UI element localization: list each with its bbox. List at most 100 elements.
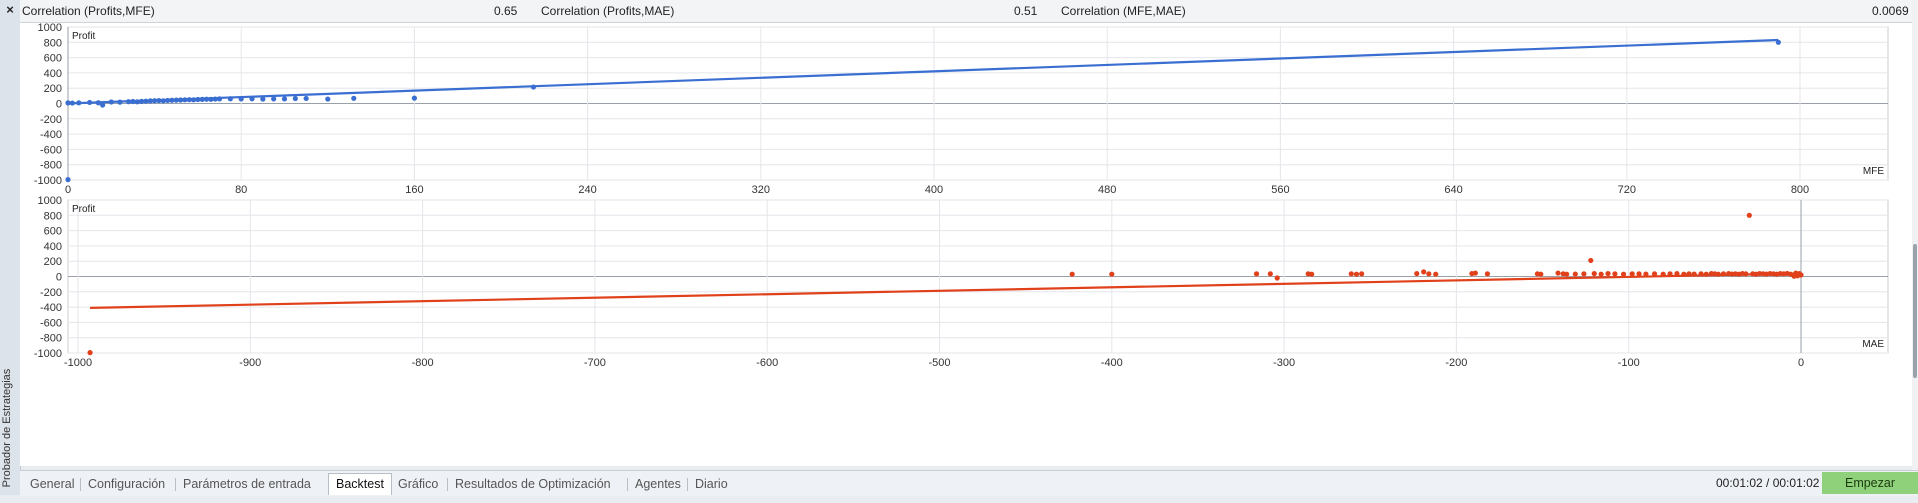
tab-agentes[interactable]: Agentes (628, 475, 688, 493)
data-point-mae (1698, 271, 1704, 277)
data-point-mae (1715, 271, 1721, 277)
data-point-mfe (1775, 39, 1781, 45)
data-point-mfe (108, 99, 114, 105)
data-point-mfe (351, 95, 357, 101)
data-point-mae (1667, 271, 1673, 277)
y-tick-label-mae: -400 (40, 302, 62, 314)
y-tick-label-mfe: -1000 (34, 175, 62, 187)
correlation-bar: Correlation (Profits,MFE) 0.65 Correlati… (20, 0, 1912, 23)
tab-configuracion[interactable]: Configuración (81, 475, 172, 493)
x-tick-label-mae: -200 (1445, 357, 1467, 369)
correlation-mfe-mae-label: Correlation (MFE,MAE) (1061, 4, 1186, 18)
x-tick-label-mae: -300 (1273, 357, 1295, 369)
data-point-mae (1359, 271, 1365, 277)
x-tick-label-mfe: 80 (235, 184, 247, 196)
x-tick-label-mfe: 240 (578, 184, 596, 196)
data-point-mfe (216, 96, 223, 102)
y-tick-label-mae: -200 (40, 287, 62, 299)
correlation-profits-mae-value: 0.51 (1014, 4, 1038, 18)
tab-resultados-de-optimizacion[interactable]: Resultados de Optimización (448, 475, 618, 493)
tab-grafico[interactable]: Gráfico (391, 475, 445, 493)
data-point-mae (1538, 271, 1544, 277)
x-tick-label-mfe: 720 (1618, 184, 1636, 196)
y-tick-label-mfe: -800 (40, 160, 62, 172)
data-point-mae (1598, 271, 1604, 277)
data-point-mae (1636, 271, 1642, 277)
correlation-mfe-mae-value: 0.0069 (1872, 4, 1909, 18)
data-point-mfe (87, 99, 93, 106)
data-point-mae (1555, 270, 1561, 276)
data-point-mae (1651, 271, 1658, 277)
data-point-mfe (292, 95, 298, 102)
data-point-mfe (69, 100, 75, 106)
data-point-mae (1267, 271, 1273, 277)
x-tick-label-mfe: 640 (1444, 184, 1462, 196)
y-tick-label-mfe: 800 (44, 37, 62, 49)
tab-parametros-de-entrada[interactable]: Parámetros de entrada (176, 475, 318, 493)
data-point-mae (1581, 271, 1587, 277)
data-point-mae (1620, 271, 1627, 277)
data-point-mae (1433, 271, 1439, 277)
data-point-mfe (411, 95, 417, 101)
x-tick-label-mae: 0 (1798, 357, 1804, 369)
data-point-mae (1421, 269, 1427, 275)
y-tick-label-mfe: 600 (44, 53, 62, 65)
data-point-mae (1674, 270, 1680, 277)
data-point-mae (1348, 271, 1354, 277)
data-point-mae (1353, 271, 1360, 277)
data-point-mae (1472, 270, 1478, 276)
x-tick-label-mfe: 160 (405, 184, 423, 196)
y-tick-label-mae: 200 (44, 256, 62, 268)
y-tick-label-mfe: 0 (56, 99, 62, 111)
data-point-mae (1605, 270, 1611, 277)
data-point-mae (1691, 271, 1697, 277)
data-point-mae (1591, 270, 1597, 277)
data-point-mfe (117, 99, 123, 105)
data-point-mae (1484, 271, 1491, 277)
x-tick-label-mae: -800 (412, 357, 434, 369)
y-tick-label-mae: 600 (44, 226, 62, 238)
x-tick-label-mfe: 800 (1791, 184, 1809, 196)
x-tick-label-mfe: 400 (925, 184, 943, 196)
vertical-scrollbar[interactable] (1912, 0, 1918, 470)
y-tick-label-mfe: 1000 (38, 23, 62, 34)
y-tick-label-mae: -800 (40, 333, 62, 345)
y-tick-label-mae: 1000 (38, 195, 62, 207)
data-point-mfe (260, 96, 266, 102)
data-point-mae (1253, 271, 1260, 277)
data-point-mfe (249, 96, 255, 102)
data-point-mae (1588, 257, 1594, 264)
data-point-mae (1703, 271, 1709, 277)
data-point-mfe (325, 96, 331, 102)
y-tick-label-mae: 800 (44, 210, 62, 222)
y-axis-label-mfe: Profit (72, 31, 96, 42)
tab-backtest[interactable]: Backtest (328, 473, 392, 495)
y-tick-label-mfe: 400 (44, 68, 62, 80)
vertical-scrollbar-thumb[interactable] (1913, 244, 1917, 378)
y-tick-label-mfe: -200 (40, 114, 62, 126)
x-tick-label-mae: -400 (1101, 357, 1123, 369)
x-tick-label-mae: -700 (584, 357, 606, 369)
tab-diario[interactable]: Diario (688, 475, 735, 493)
data-point-mfe (65, 177, 71, 183)
data-point-mfe (281, 96, 288, 102)
y-tick-label-mae: -1000 (34, 348, 62, 360)
tab-general[interactable]: General (23, 475, 81, 493)
data-point-mae (1643, 271, 1649, 277)
data-point-mae (1414, 270, 1420, 277)
start-button[interactable]: Empezar (1822, 472, 1918, 494)
panel-title: Probador de Estrategias (1, 368, 13, 488)
data-point-mae (1426, 271, 1432, 277)
data-point-mae (1564, 271, 1570, 277)
x-tick-label-mfe: 480 (1098, 184, 1116, 196)
data-point-mfe (76, 100, 82, 106)
close-icon[interactable]: × (2, 2, 18, 18)
data-point-mae (87, 350, 93, 356)
correlation-profits-mfe-label: Correlation (Profits,MFE) (22, 4, 155, 18)
tab-bar: General Configuración Parámetros de entr… (20, 470, 1918, 496)
scatter-charts: 10008006004002000-200-400-600-800-10000 8… (34, 23, 1889, 369)
data-point-mfe (227, 96, 233, 102)
charts-area: 1000 800 600 400 200 0 -200 -400 -600 -800 -1000 0 8… (20, 23, 1912, 466)
data-point-mfe (238, 96, 244, 102)
x-tick-label-mae: -900 (239, 357, 261, 369)
